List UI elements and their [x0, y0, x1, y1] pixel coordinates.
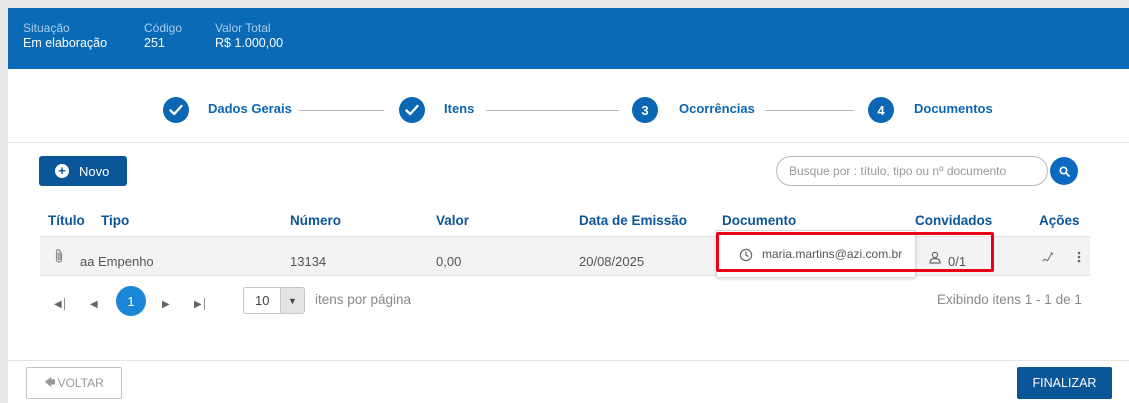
situacao-label: Situação — [23, 21, 70, 35]
step-itens-check-icon[interactable] — [399, 97, 425, 123]
col-header-data-emissao[interactable]: Data de Emissão — [579, 213, 687, 228]
col-header-tipo[interactable]: Tipo — [101, 213, 129, 228]
situacao-info: Situação Em elaboração — [23, 21, 107, 52]
first-page-icon[interactable]: ◀│ — [54, 299, 68, 310]
step-ocorrencias-number[interactable]: 3 — [632, 97, 658, 123]
codigo-info: Código 251 — [144, 21, 182, 52]
more-options-icon[interactable] — [1077, 250, 1081, 269]
page: Situação Em elaboração Código 251 Valor … — [8, 8, 1129, 403]
step-itens-label[interactable]: Itens — [444, 101, 474, 116]
col-header-titulo[interactable]: Título — [48, 213, 85, 228]
next-page-icon[interactable]: ▶ — [162, 299, 170, 310]
novo-button-label: Novo — [79, 163, 110, 179]
per-page-select[interactable]: 10 ▼ — [243, 287, 305, 314]
highlight-box — [716, 232, 994, 272]
step-ocorrencias-label[interactable]: Ocorrências — [679, 101, 755, 116]
col-header-acoes: Ações — [1039, 213, 1080, 228]
novo-button[interactable]: + Novo — [39, 156, 127, 186]
stepper: Dados Gerais Itens 3 Ocorrências 4 Docum… — [8, 69, 1129, 143]
codigo-value: 251 — [144, 36, 165, 50]
step-documentos-label[interactable]: Documentos — [914, 101, 993, 116]
step-documentos-number[interactable]: 4 — [868, 97, 894, 123]
sign-icon[interactable] — [1041, 250, 1055, 269]
search-icon — [1058, 165, 1070, 177]
finalizar-button[interactable]: FINALIZAR — [1017, 367, 1112, 399]
plus-icon: + — [55, 164, 69, 178]
valor-total-label: Valor Total — [215, 21, 271, 35]
col-header-convidados[interactable]: Convidados — [915, 213, 992, 228]
row-numero: 13134 — [290, 254, 327, 269]
situacao-value: Em elaboração — [23, 36, 108, 50]
chevron-down-icon[interactable]: ▼ — [280, 288, 304, 313]
footer-divider — [8, 360, 1129, 361]
step-connector — [765, 110, 854, 111]
step-dados-gerais-check-icon[interactable] — [163, 97, 189, 123]
col-header-valor[interactable]: Valor — [436, 213, 469, 228]
arrow-left-icon: 🡄 — [44, 376, 56, 389]
col-header-numero[interactable]: Número — [290, 213, 341, 228]
header-bar: Situação Em elaboração Código 251 Valor … — [8, 8, 1129, 69]
row-tipo: Empenho — [98, 254, 154, 269]
row-data-emissao: 20/08/2025 — [579, 254, 645, 269]
step-dados-gerais-label[interactable]: Dados Gerais — [208, 101, 292, 116]
prev-page-icon[interactable]: ◀ — [90, 299, 98, 310]
col-header-documento[interactable]: Documento — [722, 213, 796, 228]
per-page-label: itens por página — [315, 292, 412, 307]
valor-total-info: Valor Total R$ 1.000,00 — [215, 21, 283, 52]
search-button[interactable] — [1050, 157, 1078, 185]
last-page-icon[interactable]: ▶│ — [194, 299, 208, 310]
voltar-button-label: VOLTAR — [57, 376, 104, 390]
search-input[interactable]: Busque por : título, tipo ou nº document… — [776, 156, 1048, 186]
step-connector — [486, 110, 619, 111]
valor-total-value: R$ 1.000,00 — [215, 36, 284, 50]
row-valor: 0,00 — [436, 254, 462, 269]
search-placeholder: Busque por : título, tipo ou nº document… — [789, 164, 1007, 178]
per-page-value: 10 — [255, 293, 270, 308]
paperclip-icon — [54, 248, 64, 269]
page-1-button[interactable]: 1 — [116, 286, 146, 316]
codigo-label: Código — [144, 21, 183, 35]
step-connector — [299, 110, 384, 111]
pagination-summary: Exibindo itens 1 - 1 de 1 — [937, 292, 1082, 307]
row-titulo: aa — [80, 254, 95, 269]
voltar-button[interactable]: 🡄 VOLTAR — [26, 367, 122, 399]
